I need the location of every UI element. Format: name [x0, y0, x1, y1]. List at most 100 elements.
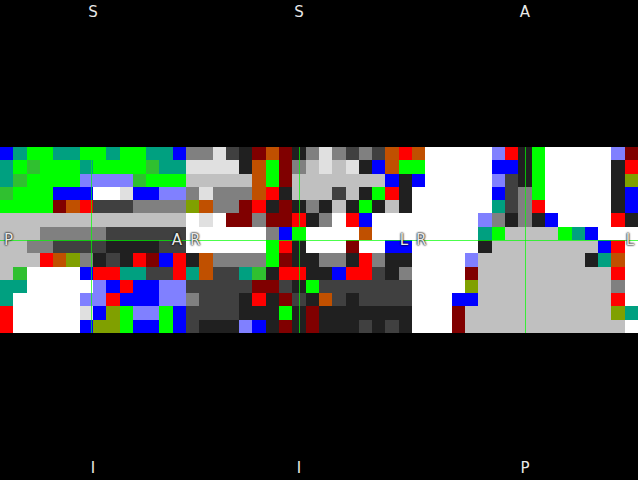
voxel: [332, 267, 345, 280]
voxel: [133, 253, 146, 266]
voxel-row: [0, 160, 186, 173]
voxel: [66, 187, 79, 200]
voxel: [120, 293, 133, 306]
voxel: [40, 147, 53, 160]
voxel: [186, 253, 199, 266]
voxel: [106, 187, 119, 200]
voxel: [359, 160, 372, 173]
voxel: [27, 306, 40, 319]
voxel: [532, 240, 545, 253]
voxel: [13, 227, 26, 240]
voxel: [372, 320, 385, 333]
voxel: [106, 253, 119, 266]
voxel-row: [0, 213, 186, 226]
voxel: [585, 320, 598, 333]
voxel: [359, 200, 372, 213]
voxel: [558, 293, 571, 306]
voxel: [425, 240, 438, 253]
voxel: [319, 213, 332, 226]
voxel: [439, 160, 452, 173]
voxel: [252, 160, 265, 173]
voxel: [346, 174, 359, 187]
voxel: [332, 227, 345, 240]
voxel: [266, 213, 279, 226]
voxel: [186, 306, 199, 319]
voxel-row: [0, 240, 186, 253]
voxel: [146, 174, 159, 187]
voxel: [120, 306, 133, 319]
voxel: [359, 253, 372, 266]
axial-view: A R L P: [412, 0, 638, 480]
voxel: [173, 280, 186, 293]
voxel: [611, 240, 624, 253]
bottom-orientation-label: I: [0, 456, 186, 480]
voxel: [226, 240, 239, 253]
voxel: [385, 174, 398, 187]
voxel: [239, 200, 252, 213]
voxel: [611, 253, 624, 266]
voxel: [133, 293, 146, 306]
voxel: [0, 306, 13, 319]
voxel: [66, 306, 79, 319]
voxel: [53, 187, 66, 200]
slice-canvas[interactable]: R L: [412, 147, 638, 333]
voxel: [332, 200, 345, 213]
voxel: [279, 147, 292, 160]
voxel: [27, 320, 40, 333]
voxel: [545, 280, 558, 293]
voxel: [226, 253, 239, 266]
voxel: [505, 293, 518, 306]
voxel: [558, 174, 571, 187]
voxel: [346, 160, 359, 173]
voxel: [66, 293, 79, 306]
slice-canvas[interactable]: R L: [186, 147, 412, 333]
voxel: [0, 147, 13, 160]
voxel: [266, 280, 279, 293]
voxel: [199, 200, 212, 213]
voxel: [319, 160, 332, 173]
voxel: [558, 240, 571, 253]
voxel: [13, 174, 26, 187]
voxel: [199, 253, 212, 266]
voxel: [0, 280, 13, 293]
voxel: [572, 240, 585, 253]
voxel: [545, 200, 558, 213]
voxel: [359, 147, 372, 160]
voxel: [359, 280, 372, 293]
voxel: [598, 174, 611, 187]
voxel: [572, 213, 585, 226]
voxel: [213, 293, 226, 306]
voxel: [625, 160, 638, 173]
voxel: [465, 147, 478, 160]
voxel: [93, 306, 106, 319]
voxel: [66, 160, 79, 173]
voxel: [399, 147, 412, 160]
voxel: [385, 306, 398, 319]
slice-canvas[interactable]: P A: [0, 147, 186, 333]
voxel: [266, 267, 279, 280]
voxel: [306, 253, 319, 266]
voxel: [213, 240, 226, 253]
voxel: [252, 213, 265, 226]
voxel: [213, 253, 226, 266]
voxel: [40, 213, 53, 226]
voxel: [226, 200, 239, 213]
voxel: [346, 267, 359, 280]
voxel: [239, 280, 252, 293]
voxel: [346, 293, 359, 306]
voxel: [27, 267, 40, 280]
voxel: [0, 187, 13, 200]
voxel: [478, 280, 491, 293]
voxel: [572, 253, 585, 266]
voxel: [585, 240, 598, 253]
voxel: [465, 267, 478, 280]
voxel: [385, 187, 398, 200]
voxel: [465, 293, 478, 306]
crosshair-horizontal: [186, 240, 412, 241]
voxel: [492, 280, 505, 293]
voxel: [332, 320, 345, 333]
voxel: [199, 293, 212, 306]
voxel: [452, 320, 465, 333]
voxel: [412, 174, 425, 187]
voxel: [173, 187, 186, 200]
